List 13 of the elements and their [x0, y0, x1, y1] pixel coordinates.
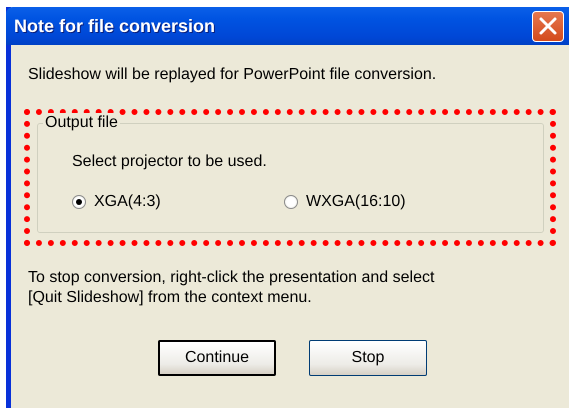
- window-title: Note for file conversion: [14, 14, 216, 38]
- note-text: To stop conversion, right-click the presentation and select [Quit Slideshow] from the context menu.: [28, 268, 436, 308]
- radio-button[interactable]: [72, 195, 86, 209]
- radio-label[interactable]: XGA(4:3): [94, 190, 161, 214]
- radio-label[interactable]: WXGA(16:10): [306, 190, 406, 214]
- radio-button[interactable]: [284, 195, 298, 209]
- intro-text: Slideshow will be replayed for PowerPoint file conversion.: [28, 65, 438, 85]
- close-icon: [538, 16, 558, 36]
- close-button[interactable]: [532, 10, 564, 42]
- dialog-button[interactable]: Stop: [309, 340, 427, 376]
- default-button[interactable]: Continue: [158, 340, 276, 376]
- group-legend: Output file: [43, 113, 120, 133]
- prompt-text: Select projector to be used.: [72, 152, 268, 172]
